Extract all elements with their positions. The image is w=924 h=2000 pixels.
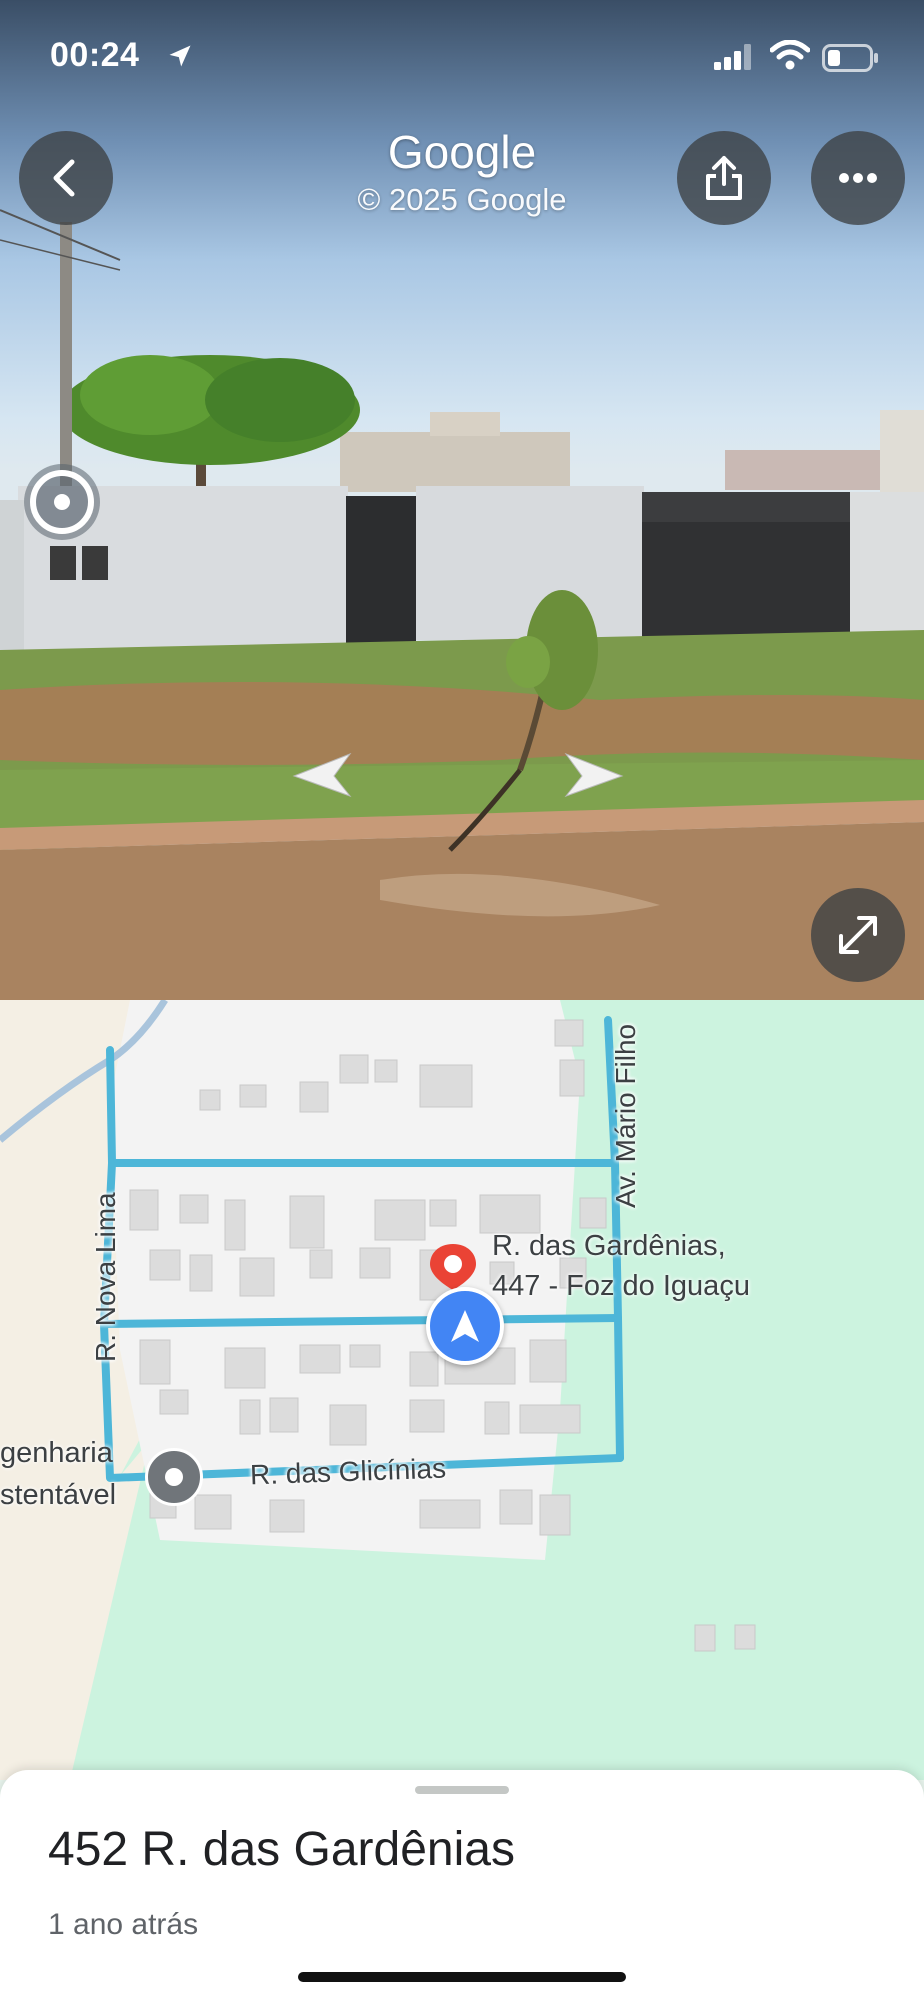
street-label-nova-lima: R. Nova Lima (90, 1192, 121, 1362)
chevron-left-icon (53, 159, 75, 197)
cellular-signal-icon (714, 44, 751, 70)
expand-button[interactable] (811, 888, 905, 982)
poi-label-line2: stentável (0, 1479, 117, 1511)
imagery-attribution: Google © 2025 Google (262, 124, 662, 220)
copyright-text: © 2025 Google (357, 182, 567, 217)
viewpoint-marker[interactable] (24, 464, 100, 540)
street-label-mario-filho: Av. Mário Filho (610, 1023, 641, 1208)
status-time: 00:24 (50, 36, 140, 74)
navigation-arrow-icon (451, 1310, 479, 1342)
poi-label-line1: genharia (0, 1437, 113, 1469)
red-location-pin-icon[interactable] (426, 1242, 480, 1292)
street-view-panorama[interactable]: 00:24 Google © 2025 Google (0, 0, 924, 1000)
poi-label[interactable]: genharia stentável (0, 1432, 116, 1516)
google-brand: Google (387, 126, 537, 178)
poi-pin-icon[interactable] (145, 1448, 203, 1506)
viewpoint-icon (30, 470, 94, 534)
battery-icon (822, 44, 878, 72)
status-bar: 00:24 (0, 0, 924, 110)
location-title: 452 R. das Gardênias (48, 1823, 515, 1876)
capture-date: 1 ano atrás (48, 1908, 199, 1941)
place-label-line1: R. das Gardênias, (492, 1230, 726, 1262)
share-icon (706, 156, 742, 200)
bottom-sheet[interactable]: 452 R. das Gardênias 1 ano atrás (0, 1770, 924, 2000)
map-canvas (0, 1000, 756, 1780)
street-label-glicinias: R. das Glicínias (249, 1452, 447, 1491)
location-arrow-icon (169, 45, 191, 67)
map-view[interactable]: R. Nova Lima Av. Mário Filho R. das Glic… (0, 1000, 924, 1780)
share-button[interactable] (677, 131, 771, 225)
current-position-marker[interactable] (426, 1287, 504, 1365)
more-options-button[interactable] (811, 131, 905, 225)
home-indicator[interactable] (298, 1972, 626, 1982)
more-horizontal-icon (839, 173, 877, 183)
drag-handle[interactable] (415, 1786, 509, 1794)
back-button[interactable] (19, 131, 113, 225)
place-label-line2: 447 - Foz do Iguaçu (492, 1270, 750, 1302)
expand-diagonal-icon (839, 916, 877, 954)
wifi-icon (770, 40, 810, 70)
next-arrow-icon[interactable] (562, 752, 626, 798)
place-label[interactable]: R. das Gardênias, 447 - Foz do Iguaçu (492, 1226, 750, 1306)
previous-arrow-icon[interactable] (290, 752, 354, 798)
